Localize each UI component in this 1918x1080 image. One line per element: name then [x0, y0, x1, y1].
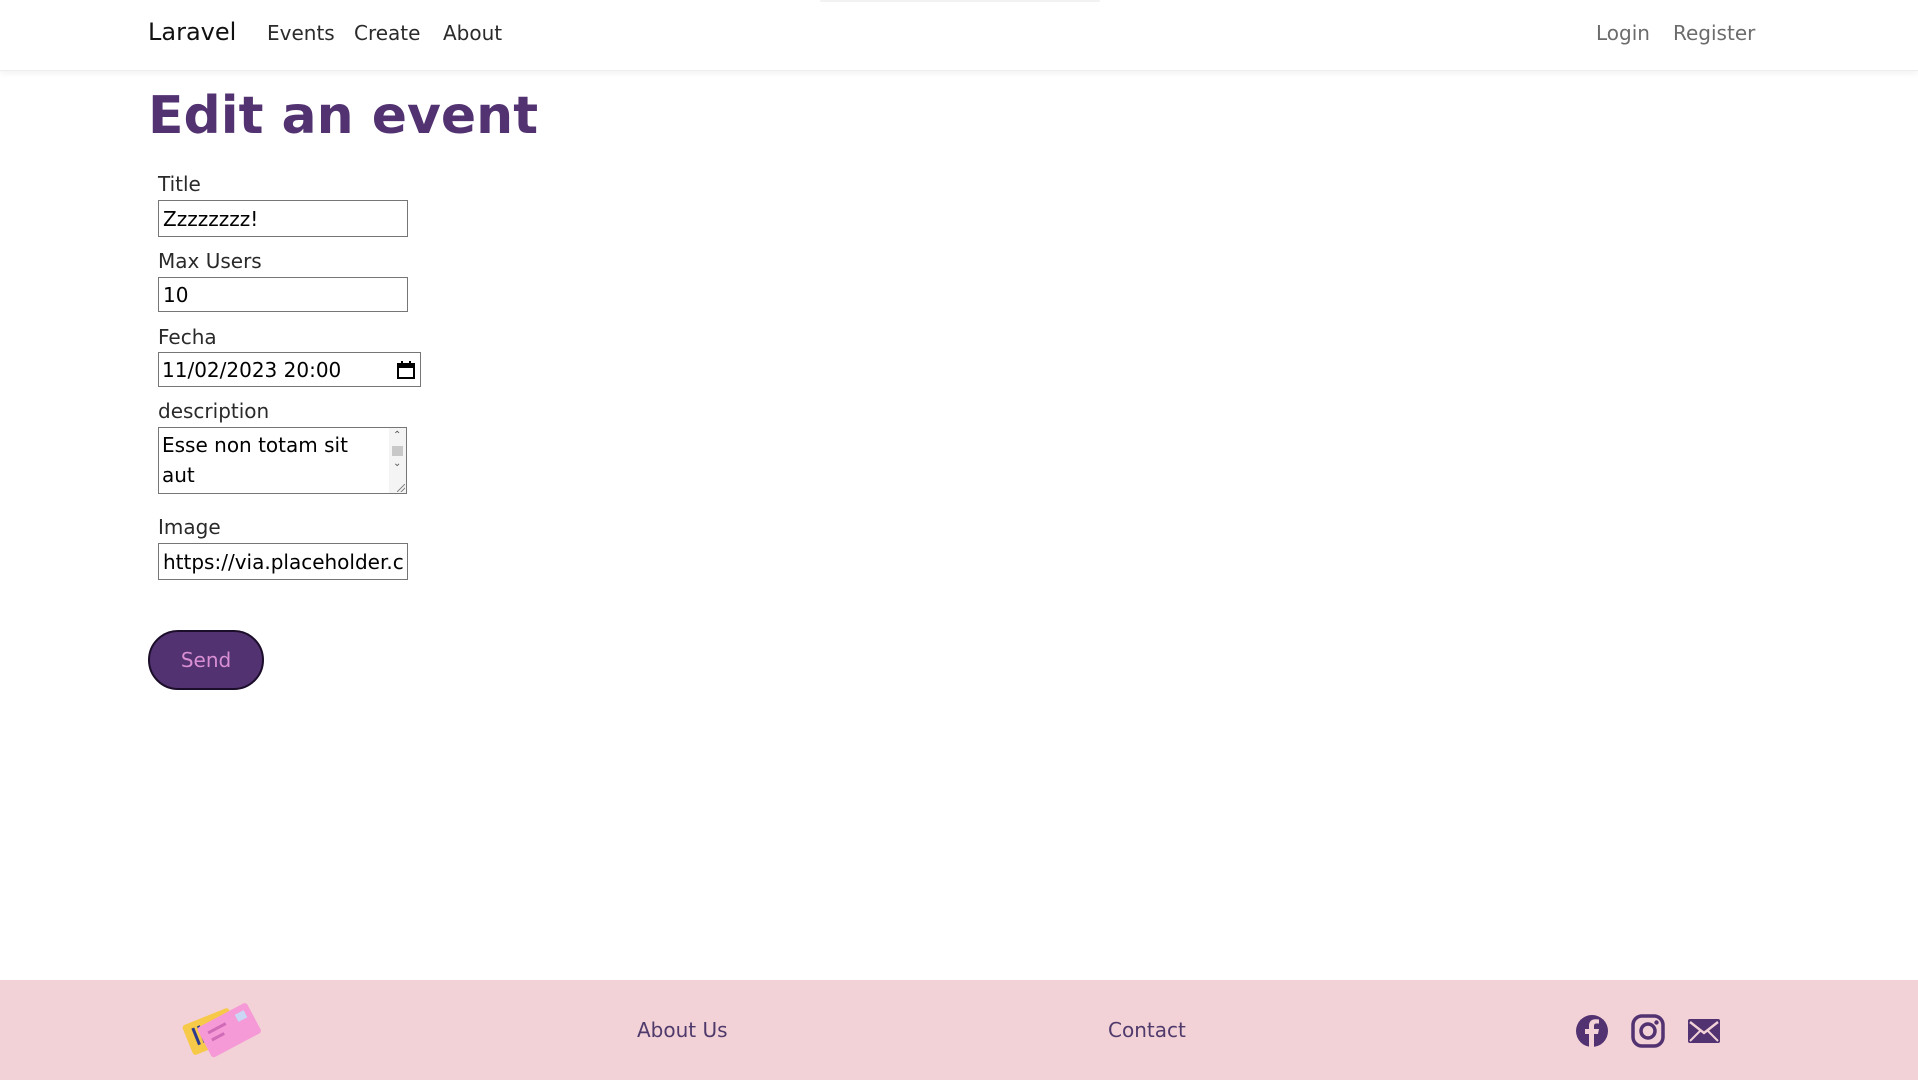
fecha-label: Fecha	[158, 325, 217, 349]
title-input[interactable]	[158, 200, 408, 237]
fecha-input[interactable]: 11/02/2023 20:00	[158, 352, 421, 387]
mail-icon[interactable]	[1687, 1014, 1721, 1048]
navbar: Laravel Events Create About Login Regist…	[0, 0, 1918, 71]
image-input[interactable]	[158, 543, 408, 580]
send-button[interactable]: Send	[148, 630, 264, 690]
description-text: Esse non totam sit aut laborum qui magna…	[162, 433, 348, 487]
description-textarea[interactable]: Esse non totam sit aut laborum qui magna…	[158, 427, 407, 494]
register-link[interactable]: Register	[1673, 21, 1755, 45]
description-label: description	[158, 399, 270, 423]
page-title: Edit an event	[148, 86, 539, 146]
resize-handle-icon[interactable]	[397, 484, 405, 492]
nav-link-create[interactable]: Create	[354, 21, 420, 45]
footer-contact-link[interactable]: Contact	[1108, 1018, 1186, 1042]
brand-link[interactable]: Laravel	[148, 18, 236, 46]
scroll-thumb[interactable]	[392, 446, 403, 456]
max-users-input[interactable]	[158, 277, 408, 312]
top-indicator	[820, 0, 1100, 2]
image-label: Image	[158, 515, 221, 539]
calendar-icon[interactable]	[396, 360, 416, 380]
scroll-up-icon[interactable]: ⌃	[393, 430, 401, 441]
tickets-logo-icon	[182, 1003, 261, 1058]
max-users-label: Max Users	[158, 249, 262, 273]
title-label: Title	[158, 172, 201, 196]
facebook-icon[interactable]	[1575, 1014, 1609, 1048]
footer-about-us-link[interactable]: About Us	[637, 1018, 728, 1042]
scroll-down-icon[interactable]: ⌄	[393, 458, 401, 469]
nav-link-events[interactable]: Events	[267, 21, 335, 45]
nav-link-about[interactable]: About	[443, 21, 502, 45]
instagram-icon[interactable]	[1631, 1014, 1665, 1048]
fecha-value: 11/02/2023 20:00	[162, 358, 342, 382]
footer: About Us Contact	[0, 980, 1918, 1080]
login-link[interactable]: Login	[1596, 21, 1650, 45]
